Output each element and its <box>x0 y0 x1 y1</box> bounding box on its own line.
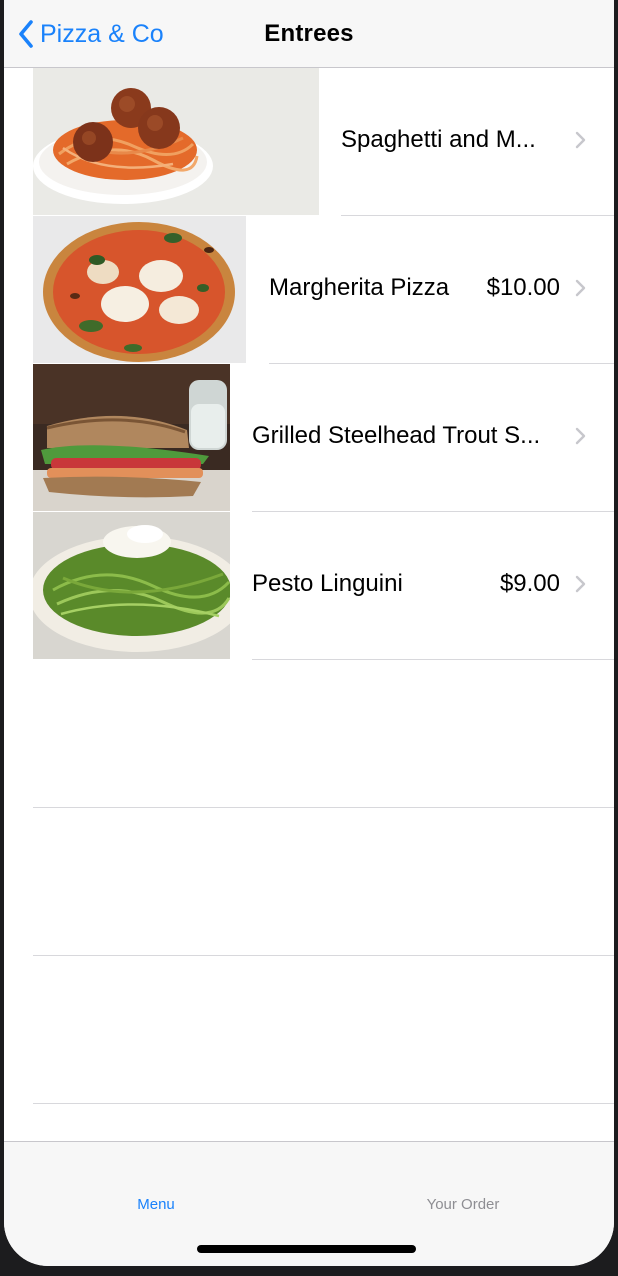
app-screen: Pizza & Co Entrees Spaghetti and M... Ma… <box>4 0 614 1266</box>
entrees-list: Spaghetti and M... Margherita Pizza $10.… <box>4 68 614 1104</box>
menu-item-name: Grilled Steelhead Trout S... <box>252 422 541 449</box>
chevron-right-icon <box>575 427 586 445</box>
menu-item-row[interactable]: Margherita Pizza $10.00 <box>4 216 614 364</box>
empty-row <box>4 956 614 1104</box>
menu-item-row[interactable]: Grilled Steelhead Trout S... <box>4 364 614 512</box>
chevron-right-icon <box>575 575 586 593</box>
menu-item-name: Margherita Pizza <box>269 274 450 301</box>
empty-row <box>4 808 614 956</box>
menu-item-row[interactable]: Pesto Linguini $9.00 <box>4 512 614 660</box>
pesto-linguini-image <box>33 512 230 659</box>
chevron-right-icon <box>575 131 586 149</box>
menu-item-price: $9.00 <box>499 570 560 597</box>
navigation-bar: Pizza & Co Entrees <box>4 0 614 68</box>
trout-sandwich-image <box>33 364 230 511</box>
tab-your-order[interactable]: Your Order <box>363 1196 563 1213</box>
tab-menu[interactable]: Menu <box>56 1196 256 1213</box>
spaghetti-image <box>33 68 319 215</box>
menu-item-name: Pesto Linguini <box>252 570 403 597</box>
page-title: Entrees <box>264 20 354 47</box>
empty-row <box>4 660 614 808</box>
menu-item-price: $10.00 <box>486 274 560 301</box>
chevron-right-icon <box>575 279 586 297</box>
margherita-pizza-image <box>33 216 246 363</box>
menu-item-name: Spaghetti and M... <box>341 126 536 153</box>
row-separator <box>33 1103 614 1104</box>
home-indicator <box>197 1245 416 1253</box>
menu-item-row[interactable]: Spaghetti and M... <box>4 68 614 216</box>
